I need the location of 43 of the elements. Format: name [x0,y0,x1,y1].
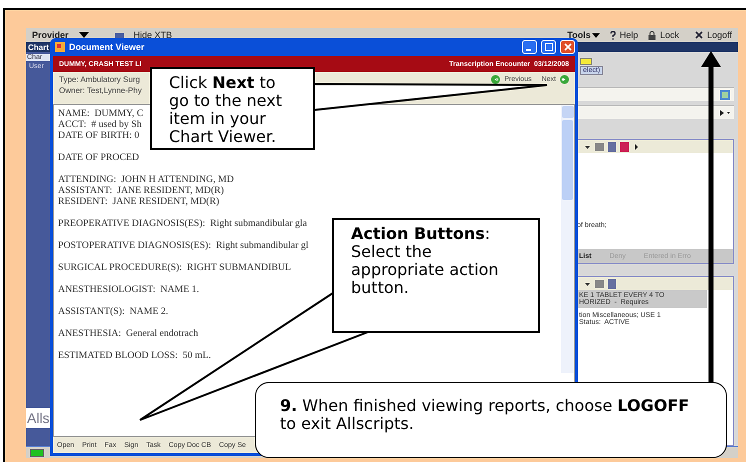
help-button[interactable]: Help [620,30,638,40]
document-text: RESIDENT: JANE RESIDENT, MD(R) [58,196,220,207]
lock-button[interactable]: Lock [660,30,680,40]
window-icon[interactable] [720,90,730,100]
document-text: ESTIMATED BLOOD LOSS: 50 mL. [58,350,211,361]
tools-menu[interactable]: Tools [567,30,591,40]
document-text: PREOPERATIVE DIAGNOSIS(ES): Right submandibular gla [58,218,307,229]
status-badge [580,58,592,65]
app-icon [55,42,65,52]
callout-note: Click Next to go to the next item in your Chart Viewer. [150,67,315,150]
lock-icon[interactable] [648,30,656,40]
callout-note: Action Buttons: Select the appropriate action button. [332,218,540,333]
maximize-icon [544,43,552,51]
document-text: SURGICAL PROCEDURE(S): RIGHT SUBMANDIBUL [58,262,291,273]
hide-xtb-button[interactable]: Hide XTB [134,30,172,40]
provider-menu[interactable]: Provider [32,30,69,40]
document-text: DATE OF PROCED [58,152,140,163]
dropdown-icon[interactable] [592,32,600,38]
document-text: NAME: DUMMY, C [58,108,144,119]
window-title: Document Viewer [69,42,144,52]
minimize-button[interactable] [522,40,537,54]
document-text: ATTENDING: JOHN H ATTENDING, MD [58,174,234,185]
document-type: Type: Ambulatory Surg [59,75,141,84]
document-text: ACCT: # used by Sh [58,119,142,130]
close-icon [564,43,572,51]
app-name: Alls [26,408,50,428]
maximize-button[interactable] [541,40,556,54]
close-icon[interactable] [695,31,704,39]
document-text: ASSISTANT: JANE RESIDENT, MD(R) [58,185,224,196]
document-owner: Owner: Test,Lynne-Phy [59,86,142,95]
document-text: ANESTHESIA: General endotrach [58,328,198,339]
document-text: DATE OF BIRTH: 0 [58,130,140,141]
help-icon[interactable] [610,30,616,40]
document-text: ANESTHESIOLOGIST: NAME 1. [58,284,200,295]
close-button[interactable] [560,40,575,54]
document-text: ASSISTANT(S): NAME 2. [58,306,168,317]
logoff-button[interactable]: Logoff [707,30,732,40]
status-light [30,448,44,456]
callout-note: 9. When finished viewing reports, choose LOGOFF to exit Allscripts. [255,382,727,458]
play-caret-icon[interactable] [720,110,730,116]
nav-title: Chart [28,42,49,52]
document-text: POSTOPERATIVE DIAGNOSIS(ES): Right submandibular gl [58,240,308,251]
scrollbar[interactable] [561,105,574,373]
